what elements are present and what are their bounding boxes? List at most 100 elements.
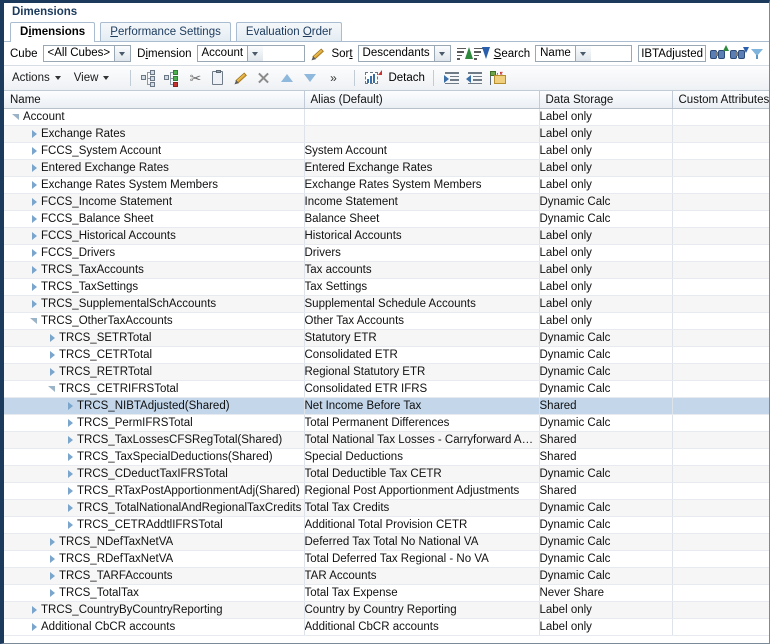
expand-toggle-icon[interactable]	[64, 500, 77, 516]
table-row[interactable]: TRCS_SETRTotal Statutory ETR Dynamic Calc	[4, 329, 769, 347]
expand-toggle-icon[interactable]	[46, 364, 59, 380]
table-row[interactable]: TRCS_TotalNationalAndRegionalTaxCredits T…	[4, 499, 769, 517]
table-row[interactable]: FCCS_Income Statement Income Statement Dyn…	[4, 193, 769, 211]
scissors-icon[interactable]: ✂	[185, 69, 205, 87]
binoculars-up-icon[interactable]	[709, 44, 729, 62]
collapse-toggle-icon[interactable]	[46, 381, 59, 397]
table-row[interactable]: Account Label only	[4, 108, 769, 126]
search-input[interactable]	[638, 45, 706, 62]
expand-toggle-icon[interactable]	[28, 245, 41, 261]
delete-x-icon[interactable]	[254, 69, 274, 87]
table-row[interactable]: Exchange Rates System Members Exchange Ra…	[4, 176, 769, 194]
table-row[interactable]: TRCS_TaxLossesCFSRegTotal(Shared) Total N…	[4, 431, 769, 449]
expand-toggle-icon[interactable]	[46, 347, 59, 363]
expand-toggle-icon[interactable]	[46, 330, 59, 346]
expand-toggle-icon[interactable]	[64, 466, 77, 482]
collapse-toggle-icon[interactable]	[28, 313, 41, 329]
expand-toggle-icon[interactable]	[28, 262, 41, 278]
expand-toggle-icon[interactable]	[64, 517, 77, 533]
cell-data-storage: Label only	[539, 227, 673, 245]
tab-evaluation-order[interactable]: Evaluation Order	[235, 22, 343, 41]
expand-toggle-icon[interactable]	[28, 177, 41, 193]
expand-toggle-icon[interactable]	[28, 619, 41, 635]
sort-ascending-icon[interactable]	[456, 46, 474, 62]
binoculars-down-icon[interactable]	[729, 46, 749, 62]
column-header-data-storage[interactable]: Data Storage	[539, 91, 673, 109]
pencil-icon[interactable]	[311, 46, 326, 61]
table-row[interactable]: TRCS_NDefTaxNetVA Deferred Tax Total No N…	[4, 533, 769, 551]
expand-toggle-icon[interactable]	[28, 211, 41, 227]
move-down-icon[interactable]	[300, 69, 320, 87]
table-row[interactable]: TRCS_CountryByCountryReporting Country by…	[4, 601, 769, 619]
view-menu[interactable]: View	[74, 72, 110, 84]
expand-toggle-icon[interactable]	[28, 602, 41, 618]
tab-performance-settings[interactable]: Performance Settings	[100, 22, 231, 41]
expand-toggle-icon[interactable]	[64, 483, 77, 499]
expand-toggle-icon[interactable]	[28, 296, 41, 312]
expand-toggle-icon[interactable]	[28, 194, 41, 210]
table-row[interactable]: TRCS_CDeductTaxIFRSTotal Total Deductible…	[4, 465, 769, 483]
table-row[interactable]: TRCS_TARFAccounts TAR Accounts Dynamic Cal…	[4, 567, 769, 585]
funnel-icon[interactable]	[749, 46, 765, 62]
table-row[interactable]: TRCS_TaxSettings Tax Settings Label only	[4, 278, 769, 296]
actions-menu[interactable]: Actions	[12, 72, 61, 84]
detach-label[interactable]: Detach	[388, 72, 424, 84]
table-row[interactable]: TRCS_SupplementalSchAccounts Supplemental…	[4, 295, 769, 313]
cube-select[interactable]: <All Cubes>	[42, 45, 132, 62]
table-row[interactable]: TRCS_TaxAccounts Tax accounts Label only	[4, 261, 769, 279]
cell-name: TRCS_TaxLossesCFSRegTotal(Shared)	[4, 431, 305, 449]
move-up-icon[interactable]	[277, 69, 297, 87]
table-row[interactable]: Additional CbCR accounts Additional CbCR …	[4, 618, 769, 636]
expand-toggle-icon[interactable]	[46, 551, 59, 567]
expand-toggle-icon[interactable]	[28, 160, 41, 176]
table-row[interactable]: FCCS_Drivers Drivers Label only	[4, 244, 769, 262]
clipboard-icon[interactable]	[208, 69, 228, 87]
expand-toggle-icon[interactable]	[64, 415, 77, 431]
expand-toggle-icon[interactable]	[28, 143, 41, 159]
expand-toggle-icon[interactable]	[46, 585, 59, 601]
table-row[interactable]: FCCS_System Account System Account Label o…	[4, 142, 769, 160]
search-by-select[interactable]: Name	[535, 45, 632, 62]
table-row[interactable]: TRCS_CETRIFRSTotal Consolidated ETR IFRS D…	[4, 380, 769, 398]
expand-toggle-icon[interactable]	[64, 449, 77, 465]
expand-toggle-icon[interactable]	[28, 279, 41, 295]
expand-toggle-icon[interactable]	[46, 534, 59, 550]
sort-select[interactable]: Descendants	[357, 45, 451, 62]
add-sibling-icon[interactable]	[139, 69, 159, 87]
chevron-double-right-icon[interactable]: »	[323, 69, 343, 87]
detach-icon[interactable]	[363, 69, 383, 87]
table-row[interactable]: TRCS_RETRTotal Regional Statutory ETR Dyna…	[4, 363, 769, 381]
table-row[interactable]: Exchange Rates Label only	[4, 125, 769, 143]
collapse-toggle-icon[interactable]	[10, 109, 23, 125]
column-header-name[interactable]: Name	[4, 91, 305, 109]
expand-toggle-icon[interactable]	[64, 432, 77, 448]
expand-toggle-icon[interactable]	[46, 568, 59, 584]
table-row[interactable]: TRCS_CETRAddtlIFRSTotal Additional Total …	[4, 516, 769, 534]
table-row[interactable]: TRCS_RTaxPostApportionmentAdj(Shared) Reg…	[4, 482, 769, 500]
table-row[interactable]: TRCS_PermIFRSTotal Total Permanent Differ…	[4, 414, 769, 432]
expand-toggle-icon[interactable]	[28, 126, 41, 142]
table-row[interactable]: TRCS_NIBTAdjusted(Shared) Net Income Befo…	[4, 397, 769, 415]
table-row[interactable]: TRCS_CETRTotal Consolidated ETR Dynamic Ca…	[4, 346, 769, 364]
dimension-select[interactable]: Account	[196, 45, 306, 62]
expand-toggle-icon[interactable]	[28, 228, 41, 244]
table-row[interactable]: FCCS_Balance Sheet Balance Sheet Dynamic C…	[4, 210, 769, 228]
table-row[interactable]: TRCS_TaxSpecialDeductions(Shared) Special…	[4, 448, 769, 466]
table-row[interactable]: Entered Exchange Rates Entered Exchange R…	[4, 159, 769, 177]
add-child-icon[interactable]	[162, 69, 182, 87]
column-header-custom-attributes[interactable]: Custom Attributes	[672, 91, 769, 109]
outdent-icon[interactable]	[465, 69, 485, 87]
indent-icon[interactable]	[442, 69, 462, 87]
column-header-alias[interactable]: Alias (Default)	[304, 91, 540, 109]
pencil-icon[interactable]	[231, 69, 251, 87]
expand-toggle-icon[interactable]	[64, 398, 77, 414]
table-row[interactable]: FCCS_Historical Accounts Historical Accou…	[4, 227, 769, 245]
table-row[interactable]: TRCS_TotalTax Total Tax Expense Never Shar…	[4, 584, 769, 602]
move-to-icon[interactable]: ↺	[488, 69, 508, 87]
dimension-table-container[interactable]: Name Alias (Default) Data Storage Custom…	[4, 91, 769, 643]
table-row[interactable]: TRCS_RDefTaxNetVA Total Deferred Tax Regi…	[4, 550, 769, 568]
tab-dimensions[interactable]: Dimensions	[10, 22, 96, 42]
cell-name: Exchange Rates System Members	[4, 176, 305, 194]
sort-descending-icon[interactable]	[473, 46, 491, 62]
table-row[interactable]: TRCS_OtherTaxAccounts Other Tax Accounts L…	[4, 312, 769, 330]
